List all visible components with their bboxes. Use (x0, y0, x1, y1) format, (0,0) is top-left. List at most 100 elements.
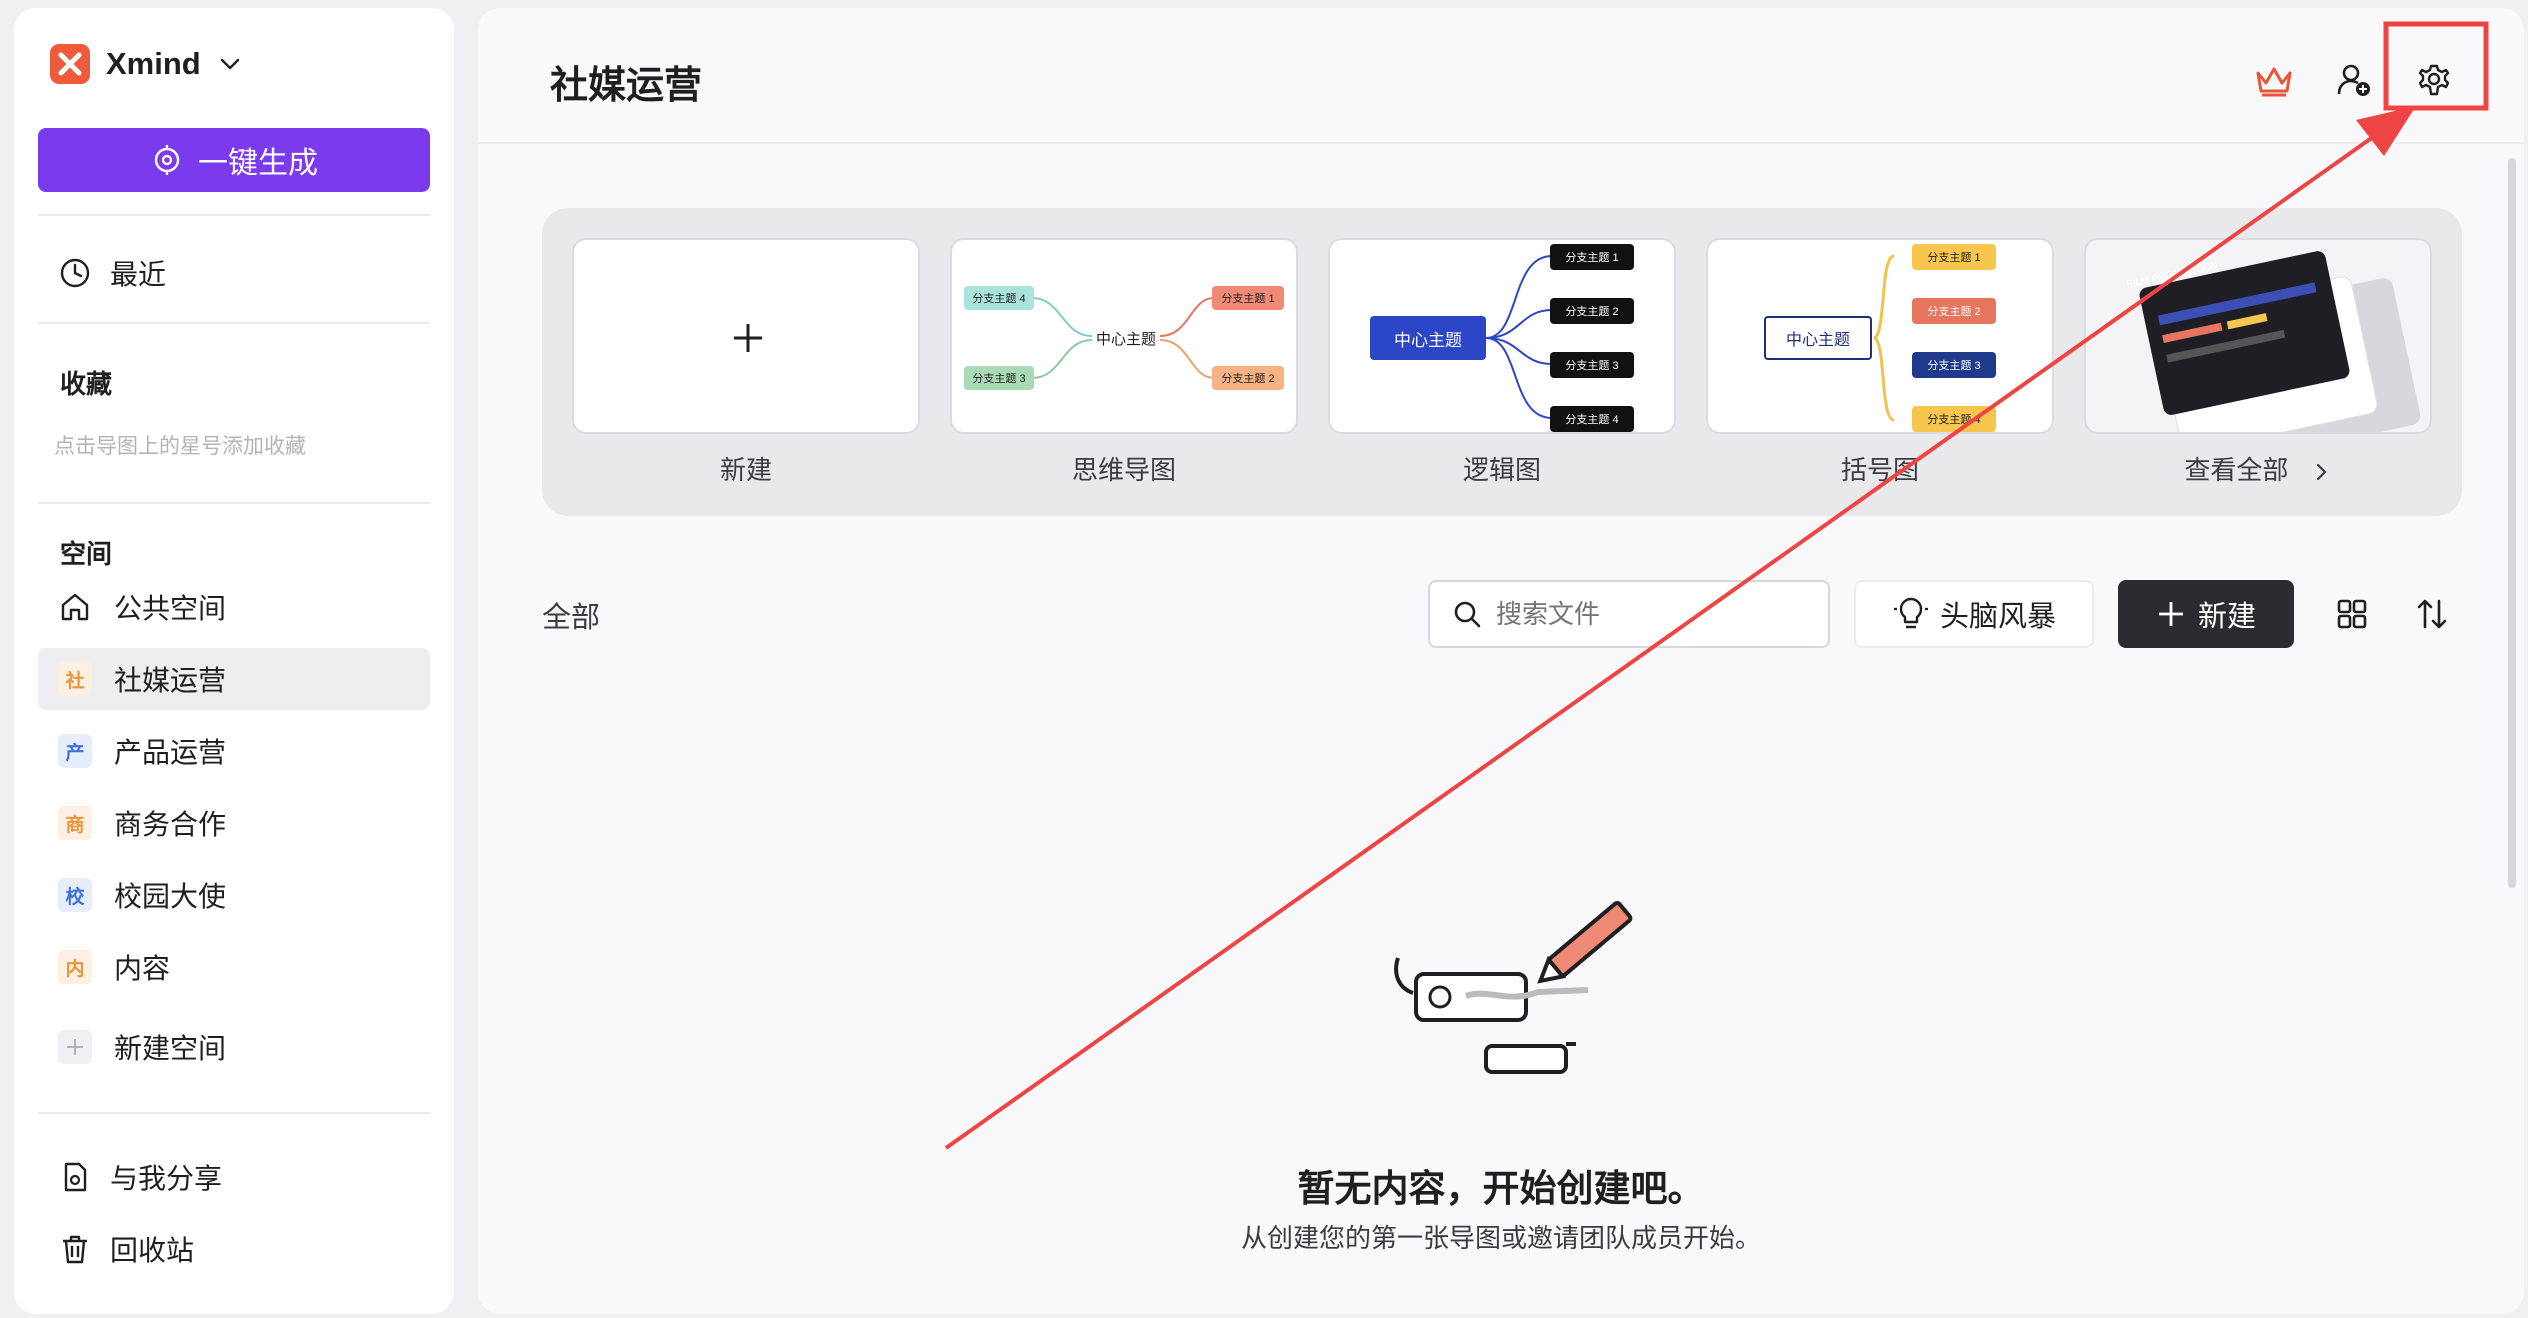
xmind-logo-icon (50, 44, 90, 84)
sidebar-item-label: 商务合作 (114, 809, 227, 840)
sidebar-item-public-space[interactable]: 公共空间 (38, 576, 430, 638)
brace-node: 分支主题 2 (1912, 298, 1996, 324)
header-divider (478, 142, 2524, 144)
new-space-button[interactable]: 新建空间 (38, 1016, 430, 1078)
brace-node: 分支主题 4 (1912, 406, 1996, 432)
upgrade-button[interactable] (2246, 52, 2302, 108)
template-card[interactable]: 中心主题 分支主题 1 分支主题 2 分支主题 3 分支主题 4 (1706, 238, 2054, 434)
logic-node: 分支主题 3 (1550, 352, 1634, 378)
chevron-down-icon (220, 58, 239, 70)
template-label: 新建 (719, 455, 772, 485)
plus-icon (2158, 602, 2183, 626)
chevron-right-icon (2316, 464, 2327, 481)
space-badge: 商 (58, 806, 92, 840)
mindmap-node: 分支主题 2 (1212, 366, 1284, 390)
favorites-hint: 点击导图上的星号添加收藏 (54, 435, 306, 458)
empty-state-illustration-icon (1394, 900, 1633, 1074)
template-mindmap[interactable]: 分支主题 4 分支主题 3 中心主题 分支主题 1 分支主题 2 思维导图 (950, 238, 1298, 487)
grid-view-icon (2337, 599, 2367, 629)
space-badge: 社 (58, 662, 92, 696)
sidebar-item-content[interactable]: 内 内容 (38, 936, 430, 998)
brand-name: Xmind (106, 46, 201, 81)
lightbulb-icon (1893, 597, 1928, 629)
brainstorm-button[interactable]: 头脑风暴 (1854, 580, 2094, 648)
sidebar-item-label: 回收站 (110, 1235, 195, 1266)
divider (38, 1112, 430, 1114)
brace-preview (1873, 254, 1895, 422)
ai-generate-label: 一键生成 (198, 147, 318, 180)
sidebar-item-label: 产品运营 (114, 737, 227, 768)
sidebar-item-label: 公共空间 (114, 593, 227, 624)
brace-node: 分支主题 3 (1912, 352, 1996, 378)
template-view-all[interactable]: FILM PRODUCTION 查看全部 (2084, 238, 2432, 487)
template-label: 思维导图 (1071, 455, 1176, 485)
crown-icon (2256, 67, 2292, 97)
sidebar-item-label: 社媒运营 (114, 665, 227, 696)
template-brace-map[interactable]: 中心主题 分支主题 1 分支主题 2 分支主题 3 分支主题 4 括号图 (1706, 238, 2054, 487)
sidebar-item-label: 新建空间 (114, 1033, 227, 1064)
brace-center-node: 中心主题 (1764, 316, 1872, 360)
view-all-link[interactable]: 查看全部 (2084, 450, 2432, 487)
clock-icon (60, 258, 90, 288)
divider (38, 214, 430, 216)
mindmap-node: 分支主题 1 (1212, 286, 1284, 310)
invite-member-button[interactable] (2326, 52, 2382, 108)
sidebar: Xmind 一键生成 最近 收藏 点击导图上的星号添加收藏 空间 公共空间 社 … (14, 8, 454, 1314)
mindmap-center-node: 中心主题 (1095, 330, 1156, 348)
template-card[interactable]: 分支主题 4 分支主题 3 中心主题 分支主题 1 分支主题 2 (950, 238, 1298, 434)
mindmap-node: 分支主题 3 (964, 366, 1034, 390)
search-input[interactable] (1496, 598, 1816, 630)
empty-state-subtitle: 从创建您的第一张导图或邀请团队成员开始。 (1240, 1223, 1761, 1253)
workspace-switcher[interactable]: Xmind (50, 44, 243, 84)
template-gallery: 新建 分支主题 4 分支主题 3 中心主题 分支主题 1 分支主题 2 思维导图 (542, 208, 2462, 516)
space-badge: 校 (58, 878, 92, 912)
sidebar-item-label: 内容 (114, 953, 171, 984)
sidebar-item-business[interactable]: 商 商务合作 (38, 792, 430, 854)
template-card[interactable]: 中心主题 分支主题 1 分支主题 2 分支主题 3 分支主题 4 (1328, 238, 1676, 434)
ai-generate-button[interactable]: 一键生成 (38, 128, 430, 192)
divider (38, 322, 430, 324)
main-content: 社媒运营 新建 分支主题 4 分支主题 3 中心主题 分支主题 1 分支主题 2… (478, 8, 2524, 1314)
sidebar-item-label: 校园大使 (114, 881, 227, 912)
template-label: 括号图 (1840, 455, 1919, 485)
sidebar-item-trash[interactable]: 回收站 (38, 1218, 430, 1280)
sidebar-item-label: 最近 (110, 259, 167, 290)
logic-node: 分支主题 4 (1550, 406, 1634, 432)
sidebar-item-label: 与我分享 (110, 1163, 223, 1194)
spaces-heading: 空间 (60, 539, 113, 569)
template-new[interactable]: 新建 (572, 238, 920, 487)
search-box[interactable] (1428, 580, 1830, 648)
sort-icon (2417, 599, 2447, 629)
add-member-icon (2337, 64, 2370, 96)
ai-sparkle-icon (154, 145, 180, 175)
trash-icon (63, 1235, 87, 1264)
logic-node: 分支主题 2 (1550, 298, 1634, 324)
mindmap-node: 分支主题 4 (964, 286, 1034, 310)
new-file-button[interactable]: 新建 (2118, 580, 2294, 648)
sidebar-item-recent[interactable]: 最近 (38, 242, 430, 304)
sort-button[interactable] (2404, 586, 2460, 642)
new-file-label: 新建 (2197, 601, 2256, 633)
template-card[interactable] (572, 238, 920, 434)
template-card[interactable]: FILM PRODUCTION (2084, 238, 2432, 434)
search-icon (1454, 601, 1481, 628)
settings-icon (2418, 64, 2450, 96)
plus-icon (734, 324, 762, 352)
home-icon (61, 593, 89, 621)
plus-icon (58, 1030, 92, 1064)
filter-all-label: 全部 (542, 602, 601, 634)
grid-view-button[interactable] (2324, 586, 2380, 642)
empty-state-title: 暂无内容，开始创建吧。 (1297, 1168, 1705, 1209)
settings-button[interactable] (2406, 52, 2462, 108)
sidebar-item-shared[interactable]: 与我分享 (38, 1146, 430, 1208)
template-logic-chart[interactable]: 中心主题 分支主题 1 分支主题 2 分支主题 3 分支主题 4 逻辑图 (1328, 238, 1676, 487)
favorites-heading: 收藏 (60, 369, 113, 399)
scrollbar[interactable] (2508, 158, 2516, 888)
template-label: 查看全部 (2184, 455, 2289, 485)
sidebar-item-social-media[interactable]: 社 社媒运营 (38, 648, 430, 710)
gallery-preview-image (2139, 251, 2421, 432)
space-badge: 产 (58, 734, 92, 768)
sidebar-item-campus[interactable]: 校 校园大使 (38, 864, 430, 926)
sidebar-item-product-ops[interactable]: 产 产品运营 (38, 720, 430, 782)
logic-node: 分支主题 1 (1550, 244, 1634, 270)
